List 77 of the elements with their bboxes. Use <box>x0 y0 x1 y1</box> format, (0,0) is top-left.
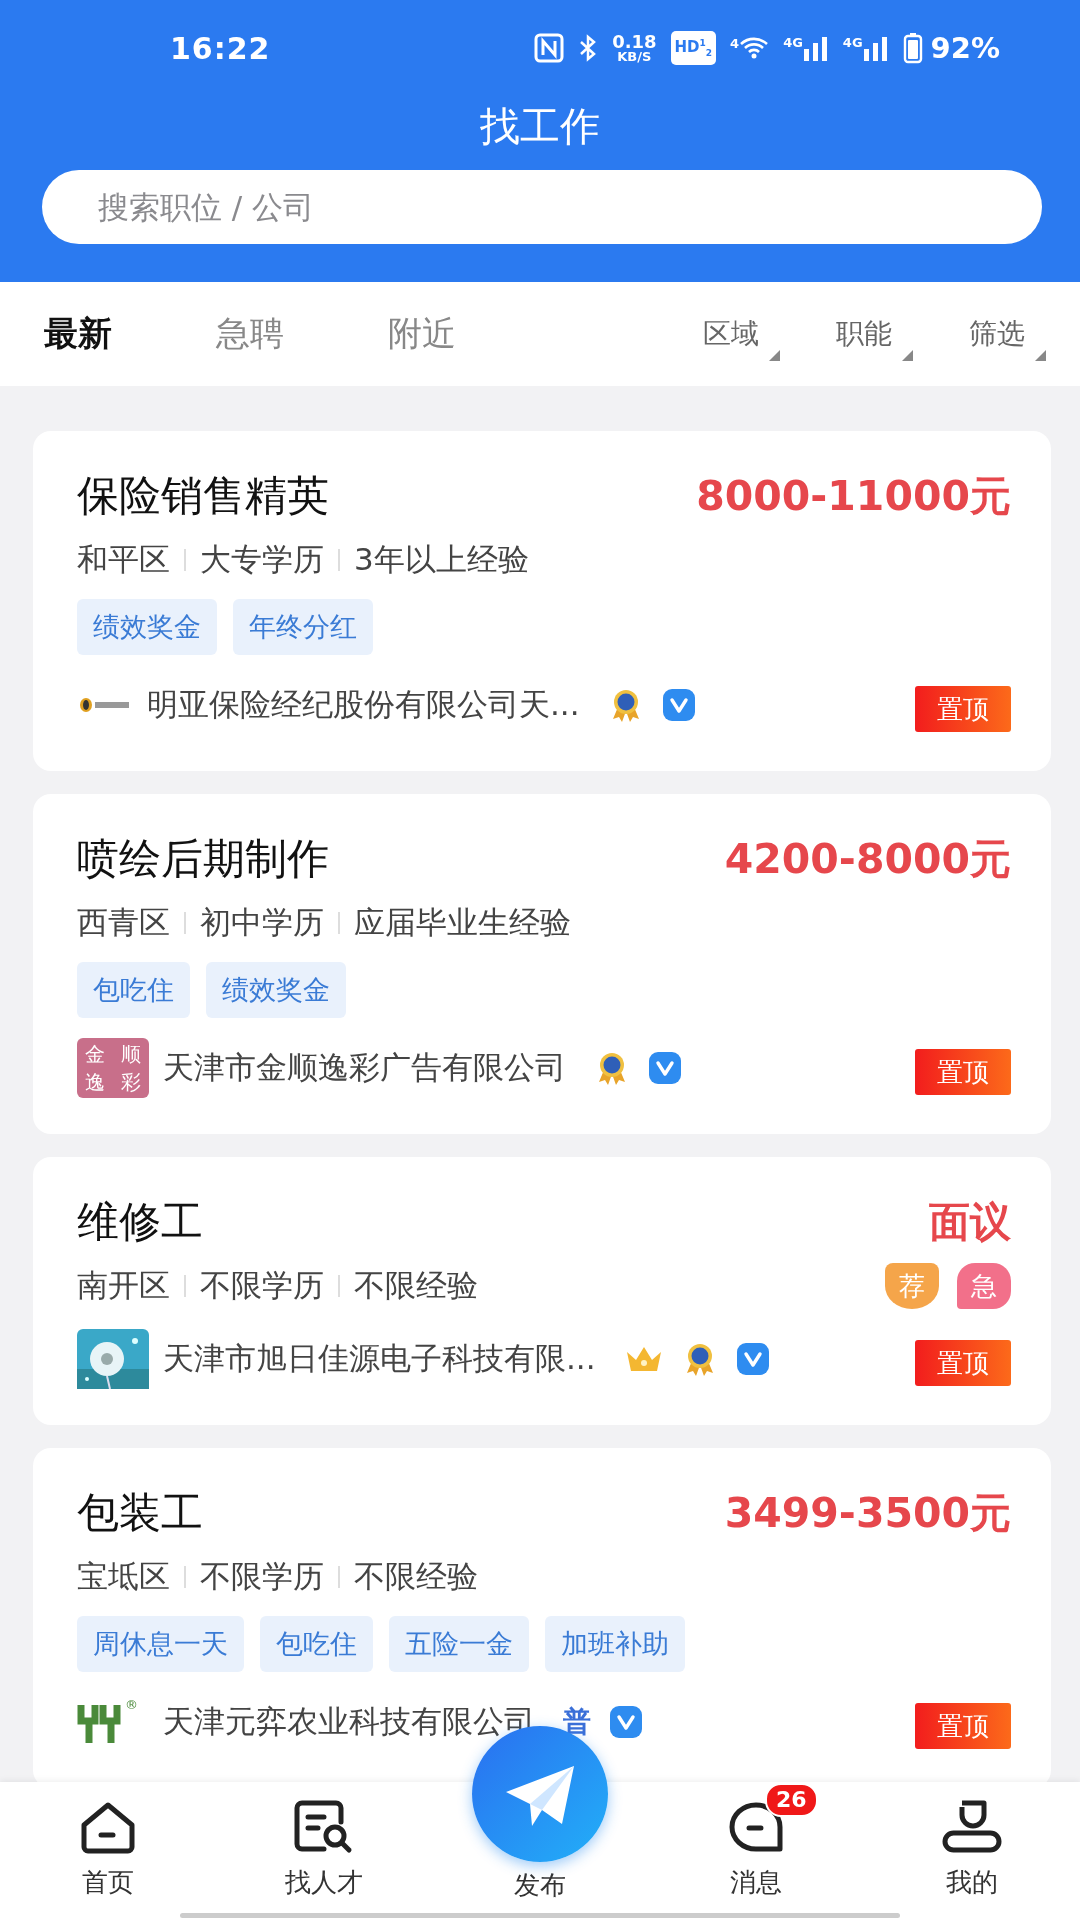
job-card[interactable]: 保险销售精英 8000-11000元 和平区 大专学历 3年以上经验 绩效奖金 年终分红 明亚保险经纪股份有限公司天... 置顶 <box>33 431 1051 771</box>
job-requirement: 不限学历 <box>200 1266 324 1305</box>
tab[interactable]: 最新 <box>44 311 112 357</box>
unread-badge: 26 <box>765 1783 818 1817</box>
tab[interactable]: 附近 <box>388 311 456 357</box>
filter-dropdown[interactable]: 区域 <box>703 315 814 353</box>
pinned-badge: 置顶 <box>915 1049 1011 1095</box>
job-requirement: 不限学历 <box>200 1557 324 1596</box>
verified-icon <box>661 688 696 722</box>
benefit-tag: 绩效奖金 <box>206 962 346 1018</box>
network-type: 4G <box>783 35 803 50</box>
battery-level: 92% <box>930 31 1000 65</box>
pinned-badge: 置顶 <box>915 686 1011 732</box>
signal-icon <box>862 35 889 61</box>
job-requirement: 南开区 <box>77 1266 170 1305</box>
nav-tab[interactable]: 找人才 <box>216 1782 432 1910</box>
dropdown-icon <box>769 350 780 361</box>
job-requirement: 应届毕业生经验 <box>354 903 571 942</box>
verified-icon <box>648 1051 682 1085</box>
job-requirement: 和平区 <box>77 540 170 579</box>
nav-tab[interactable]: 26 消息 <box>648 1782 864 1910</box>
job-requirement: 初中学历 <box>200 903 324 942</box>
pinned-badge: 置顶 <box>915 1703 1011 1749</box>
benefit-tag: 年终分红 <box>233 599 373 655</box>
wifi-icon <box>739 36 770 60</box>
salary: 面议 <box>929 1196 1011 1248</box>
nav-tab[interactable]: 我的 <box>864 1782 1080 1910</box>
recommend-badge: 荐 <box>885 1263 939 1309</box>
salary: 4200-8000元 <box>724 833 1011 885</box>
battery-icon <box>902 32 923 64</box>
job-card[interactable]: 维修工 面议 南开区 不限学历 不限经验 荐 急 天津市旭日佳源电子科技有限... 置顶 <box>33 1157 1051 1425</box>
job-requirement: 3年以上经验 <box>354 540 529 579</box>
job-title: 保险销售精英 <box>77 470 329 522</box>
company-logo: ® <box>77 1697 149 1747</box>
job-title: 喷绘后期制作 <box>77 833 329 885</box>
benefit-tag: 周休息一天 <box>77 1616 244 1672</box>
network-speed: 0.18 KB/S <box>612 33 657 63</box>
filter-dropdown[interactable]: 筛选 <box>969 315 1080 353</box>
page-title: 找工作 <box>479 102 601 151</box>
company-name: 天津市旭日佳源电子科技有限... <box>163 1339 596 1378</box>
urgent-badge: 急 <box>957 1263 1011 1309</box>
dropdown-icon <box>902 350 913 361</box>
company-name: 明亚保险经纪股份有限公司天... <box>147 685 580 724</box>
dropdown-icon <box>1035 350 1046 361</box>
benefit-tag: 加班补助 <box>545 1616 685 1672</box>
job-requirement: 大专学历 <box>200 540 324 579</box>
job-requirement: 西青区 <box>77 903 170 942</box>
nav-tab[interactable]: 首页 <box>0 1782 216 1910</box>
job-title: 维修工 <box>77 1196 203 1248</box>
benefit-tag: 绩效奖金 <box>77 599 217 655</box>
job-requirement: 不限经验 <box>354 1266 478 1305</box>
tab[interactable]: 急聘 <box>216 311 284 357</box>
job-card[interactable]: 喷绘后期制作 4200-8000元 西青区 初中学历 应届毕业生经验 包吃住 绩效奖金 金 顺 逸 彩 天津市金顺逸彩广告有限公司 置顶 <box>33 794 1051 1134</box>
company-name: 天津市金顺逸彩广告有限公司 <box>163 1048 566 1087</box>
network-type: 4G <box>842 35 863 50</box>
profile-icon <box>940 1799 1004 1855</box>
verified-icon <box>735 1342 770 1376</box>
job-title: 包装工 <box>77 1487 203 1539</box>
benefit-tag: 包吃住 <box>260 1616 373 1672</box>
home-icon <box>79 1801 137 1855</box>
signal-icon <box>802 35 829 61</box>
salary: 3499-3500元 <box>724 1487 1011 1539</box>
job-requirement: 宝坻区 <box>77 1557 170 1596</box>
level-label: 普 <box>563 1704 591 1740</box>
benefit-tag: 五险一金 <box>389 1616 529 1672</box>
salary: 8000-11000元 <box>696 470 1011 522</box>
filter-dropdown[interactable]: 职能 <box>836 315 947 353</box>
status-time: 16:22 <box>170 30 271 66</box>
benefit-tag: 包吃住 <box>77 962 190 1018</box>
publish-tab[interactable]: 发布 <box>514 1870 566 1900</box>
pinned-badge: 置顶 <box>915 1340 1011 1386</box>
job-requirement: 不限经验 <box>354 1557 478 1596</box>
search-field[interactable]: 搜索职位 / 公司 <box>42 170 1042 244</box>
nfc-icon <box>534 33 565 63</box>
verified-icon <box>609 1705 643 1739</box>
wifi-label: 4 <box>730 36 740 51</box>
company-logo: 金 顺 逸 彩 <box>77 1038 149 1098</box>
